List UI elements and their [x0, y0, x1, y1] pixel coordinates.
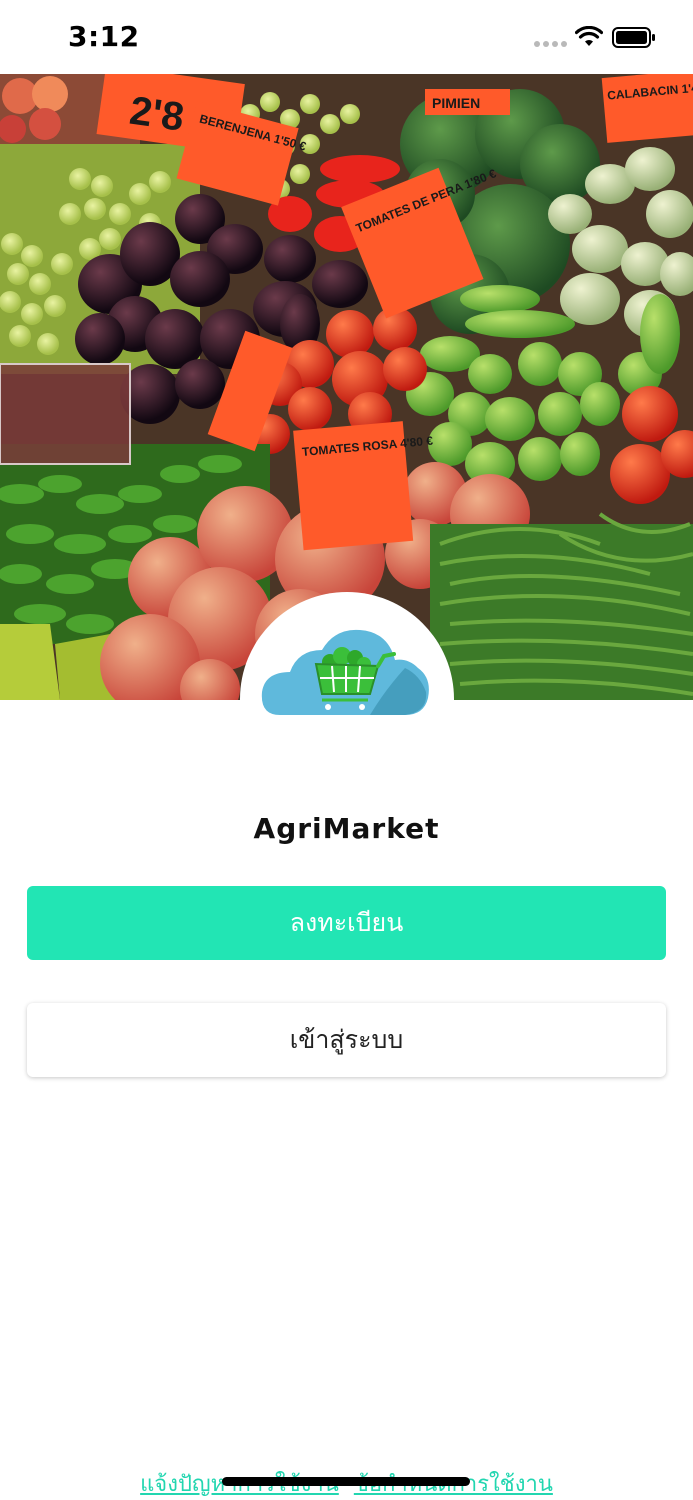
welcome-screen: 3:12 2'8 € BERENJENA 1'50 € TOMATES DE P…	[0, 0, 693, 1500]
status-bar: 3:12	[0, 0, 693, 74]
home-indicator[interactable]	[222, 1477, 470, 1486]
cloud-cart-icon	[261, 629, 429, 715]
battery-icon	[612, 27, 655, 48]
wifi-icon	[575, 26, 603, 46]
status-time: 3:12	[68, 20, 140, 53]
login-button[interactable]: เข้าสู่ระบบ	[27, 1003, 666, 1077]
register-button[interactable]: ลงทะเบียน	[27, 886, 666, 960]
register-button-label: ลงทะเบียน	[289, 908, 404, 937]
login-button-label: เข้าสู่ระบบ	[289, 1025, 404, 1054]
app-name-title: AgriMarket	[253, 812, 440, 845]
sign-4-text: PIMIEN	[432, 95, 480, 111]
cellular-signal-icon	[534, 41, 567, 47]
app-logo	[240, 592, 454, 806]
